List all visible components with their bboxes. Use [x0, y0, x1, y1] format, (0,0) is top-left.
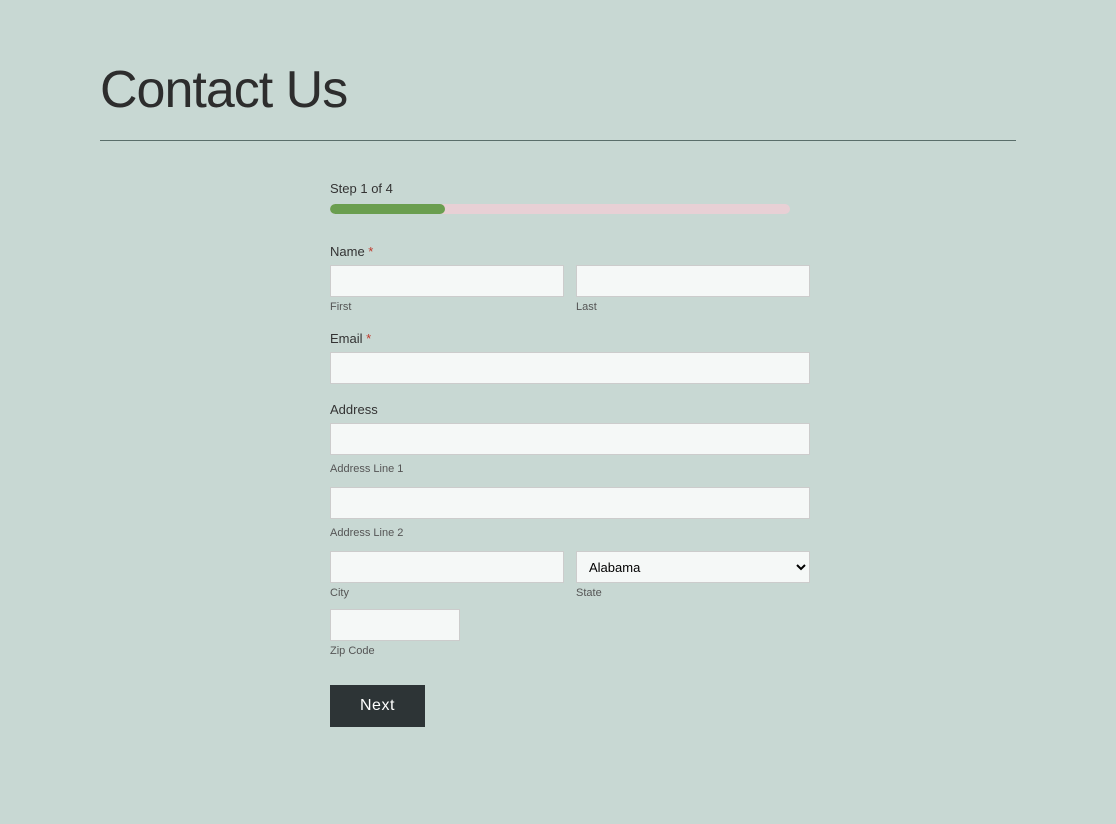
- last-name-sublabel: Last: [576, 301, 810, 313]
- city-state-row: City Alabama Alaska Arizona Arkansas Cal…: [330, 551, 810, 599]
- address-line1-input[interactable]: [330, 423, 810, 455]
- form-wrapper: Step 1 of 4 Name * First Last: [330, 181, 810, 727]
- email-label: Email *: [330, 331, 810, 346]
- divider: [100, 140, 1016, 141]
- address-line2-sublabel: Address Line 2: [330, 527, 403, 539]
- address-label: Address: [330, 402, 810, 417]
- city-sublabel: City: [330, 587, 564, 599]
- state-sublabel: State: [576, 587, 810, 599]
- last-name-col: Last: [576, 265, 810, 313]
- first-name-input[interactable]: [330, 265, 564, 297]
- step-label: Step 1 of 4: [330, 181, 810, 196]
- address-line1-sublabel: Address Line 1: [330, 463, 403, 475]
- city-input[interactable]: [330, 551, 564, 583]
- page-container: Contact Us Step 1 of 4 Name * First: [0, 0, 1116, 787]
- last-name-input[interactable]: [576, 265, 810, 297]
- email-field-group: Email *: [330, 331, 810, 384]
- email-input[interactable]: [330, 352, 810, 384]
- page-title: Contact Us: [100, 60, 1016, 120]
- contact-form: Name * First Last Email *: [330, 244, 810, 727]
- city-col: City: [330, 551, 564, 599]
- state-select[interactable]: Alabama Alaska Arizona Arkansas Californ…: [576, 551, 810, 583]
- zip-col: Zip Code: [330, 609, 460, 657]
- name-label: Name *: [330, 244, 810, 259]
- state-col: Alabama Alaska Arizona Arkansas Californ…: [576, 551, 810, 599]
- zip-sublabel: Zip Code: [330, 645, 460, 657]
- name-field-group: Name * First Last: [330, 244, 810, 313]
- progress-bar-fill: [330, 204, 445, 214]
- first-name-col: First: [330, 265, 564, 313]
- name-row: First Last: [330, 265, 810, 313]
- progress-bar-container: [330, 204, 790, 214]
- first-name-sublabel: First: [330, 301, 564, 313]
- address-field-group: Address Address Line 1 Address Line 2 Ci…: [330, 402, 810, 657]
- zip-input[interactable]: [330, 609, 460, 641]
- address-line2-input[interactable]: [330, 487, 810, 519]
- next-button[interactable]: Next: [330, 685, 425, 727]
